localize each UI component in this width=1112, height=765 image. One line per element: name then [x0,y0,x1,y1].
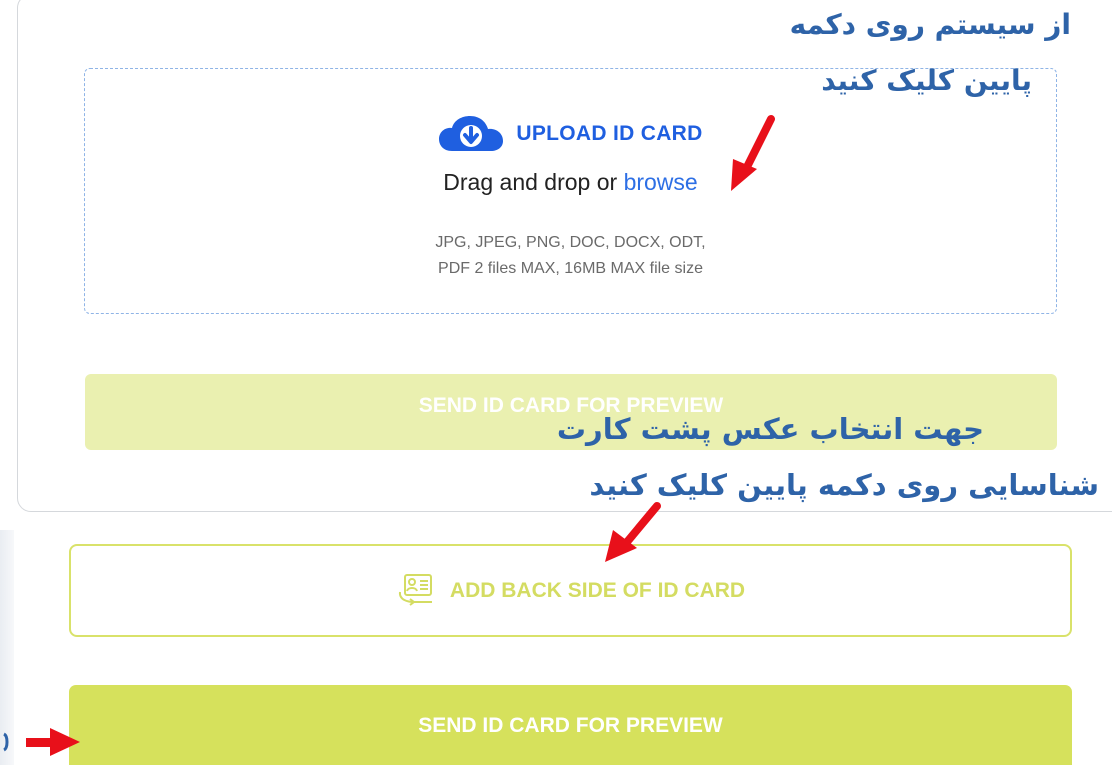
cloud-download-icon [439,116,504,151]
upload-dropzone[interactable]: UPLOAD ID CARD Drag and drop or browse J… [84,68,1057,314]
page: UPLOAD ID CARD Drag and drop or browse J… [0,0,1112,765]
annotation-upload-line2: پایین کلیک کنید [821,64,1032,97]
add-back-side-label: ADD BACK SIDE OF ID CARD [449,578,746,602]
annotation-back-side-line2: شناسایی روی دکمه پایین کلیک کنید [589,468,1099,502]
annotation-upload-line1: از سیستم روی دکمه [789,8,1071,41]
red-arrow-icon-browse [731,115,775,191]
send-id-card-button[interactable]: SEND ID CARD FOR PREVIEW [69,685,1072,765]
file-size-hint: PDF 2 files MAX, 16MB MAX file size [438,260,703,277]
drag-drop-label: Drag and drop or [443,169,624,195]
browse-link[interactable]: browse [624,169,698,195]
red-arrow-icon-back-side [605,502,661,562]
drag-drop-text: Drag and drop or browse [85,169,1056,196]
red-arrow-icon-send [3,728,80,756]
file-types-hint: JPG, JPEG, PNG, DOC, DOCX, ODT, [435,234,706,251]
send-id-card-label: SEND ID CARD FOR PREVIEW [418,714,723,737]
upload-header: UPLOAD ID CARD [85,115,1056,153]
upload-title: UPLOAD ID CARD [516,122,703,145]
add-back-side-button[interactable]: ADD BACK SIDE OF ID CARD [69,544,1072,637]
annotation-back-side-line1: جهت انتخاب عکس پشت کارت [556,412,984,446]
id-card-icon [398,573,432,606]
